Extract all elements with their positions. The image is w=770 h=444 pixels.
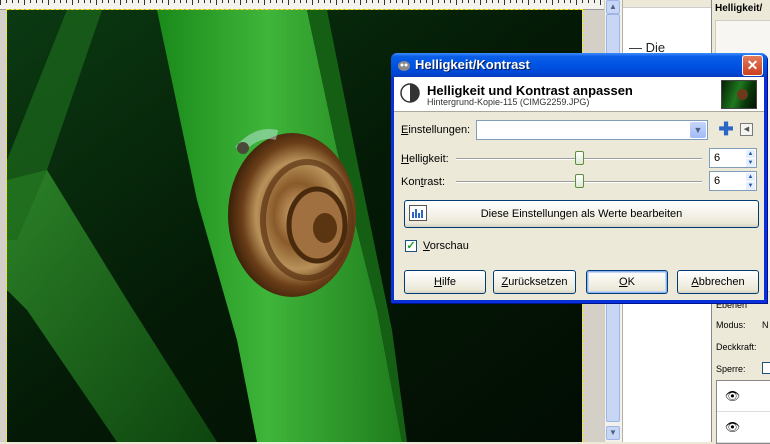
add-preset-button[interactable]: ✚ — [718, 119, 734, 139]
contrast-value: 6 — [714, 175, 721, 187]
settings-label: Einstellungen: — [401, 124, 471, 136]
ok-label: K — [627, 276, 635, 288]
eye-icon[interactable]: 👁 — [725, 389, 740, 403]
edit-values-label: Diese Einstellungen als Werte bearbeiten — [480, 208, 683, 220]
scroll-up-icon[interactable]: ▲ — [606, 0, 620, 14]
preset-menu-button[interactable]: ◀ — [740, 123, 753, 136]
contrast-slider-thumb[interactable] — [575, 174, 584, 188]
close-button[interactable]: ✕ — [742, 55, 763, 76]
contrast-spinbox[interactable]: 6 ▲ ▼ — [709, 171, 757, 191]
lock-label: Sperre: — [716, 364, 746, 374]
image-thumbnail — [721, 80, 757, 109]
brightness-label: Helligkeit: — [401, 153, 449, 165]
dialog-titlebar[interactable]: Helligkeit/Kontrast ✕ — [391, 53, 767, 77]
brightness-contrast-icon — [400, 83, 420, 103]
header-title: Helligkeit und Kontrast anpassen — [427, 83, 633, 98]
opacity-label: Deckkraft: — [716, 342, 757, 352]
preview-label[interactable]: Vorschau — [423, 240, 469, 252]
gimp-icon — [396, 57, 412, 73]
contrast-label-text: rast: — [423, 176, 446, 188]
brightness-contrast-dialog: Helligkeit/Kontrast ✕ Helligkeit und Kon… — [391, 53, 767, 303]
spin-down-icon[interactable]: ▼ — [746, 159, 755, 167]
brightness-value: 6 — [714, 152, 721, 164]
spin-up-icon[interactable]: ▲ — [746, 150, 755, 158]
dialog-title: Helligkeit/Kontrast — [415, 57, 530, 72]
cancel-label: bbrechen — [698, 276, 745, 288]
mode-label: Modus: — [716, 320, 746, 330]
panel-strip — [623, 0, 711, 8]
contrast-label-pre: Kon — [401, 176, 421, 188]
mode-value[interactable]: N — [762, 320, 769, 330]
reset-label: urücksetzen — [508, 276, 568, 288]
eye-icon[interactable]: 👁 — [725, 420, 740, 434]
triangle-menu-icon: ◀ — [743, 126, 750, 133]
brightness-label-text: elligkeit: — [408, 153, 449, 165]
layer-row[interactable]: 👁 — [717, 412, 770, 443]
spin-down-icon[interactable]: ▼ — [746, 182, 755, 190]
plus-icon: ✚ — [718, 119, 734, 139]
brightness-slider-thumb[interactable] — [575, 151, 584, 165]
ruler-ticks — [0, 0, 604, 9]
brightness-spinbox[interactable]: 6 ▲ ▼ — [709, 148, 757, 168]
reset-button[interactable]: Zurücksetzen — [493, 270, 576, 294]
layers-list[interactable]: 👁 👁 — [716, 380, 770, 444]
ok-first: O — [619, 276, 628, 288]
dock-title: Helligkeit/ — [715, 3, 763, 14]
close-icon: ✕ — [746, 57, 759, 73]
edit-values-button[interactable]: Diese Einstellungen als Werte bearbeiten — [404, 200, 759, 228]
settings-label-text: instellungen: — [408, 124, 471, 136]
layer-row[interactable]: 👁 — [717, 381, 770, 412]
dialog-header: Helligkeit und Kontrast anpassen Hinterg… — [394, 77, 764, 112]
contrast-label: Kontrast: — [401, 176, 446, 188]
spin-up-icon[interactable]: ▲ — [746, 173, 755, 181]
preview-checkbox[interactable]: ✓ — [405, 240, 417, 252]
ok-button[interactable]: OK — [586, 270, 668, 294]
lock-checkbox[interactable] — [762, 362, 770, 374]
cancel-button[interactable]: Abbrechen — [677, 270, 759, 294]
settings-combo[interactable]: ▼ — [476, 120, 708, 140]
preview-label-text: orschau — [429, 240, 469, 252]
scroll-down-icon[interactable]: ▼ — [606, 426, 620, 440]
header-subtitle: Hintergrund-Kopie-115 (CIMG2259.JPG) — [427, 97, 590, 107]
help-label: ilfe — [441, 276, 456, 288]
help-button[interactable]: Hilfe — [404, 270, 486, 294]
chevron-down-icon[interactable]: ▼ — [690, 122, 706, 138]
